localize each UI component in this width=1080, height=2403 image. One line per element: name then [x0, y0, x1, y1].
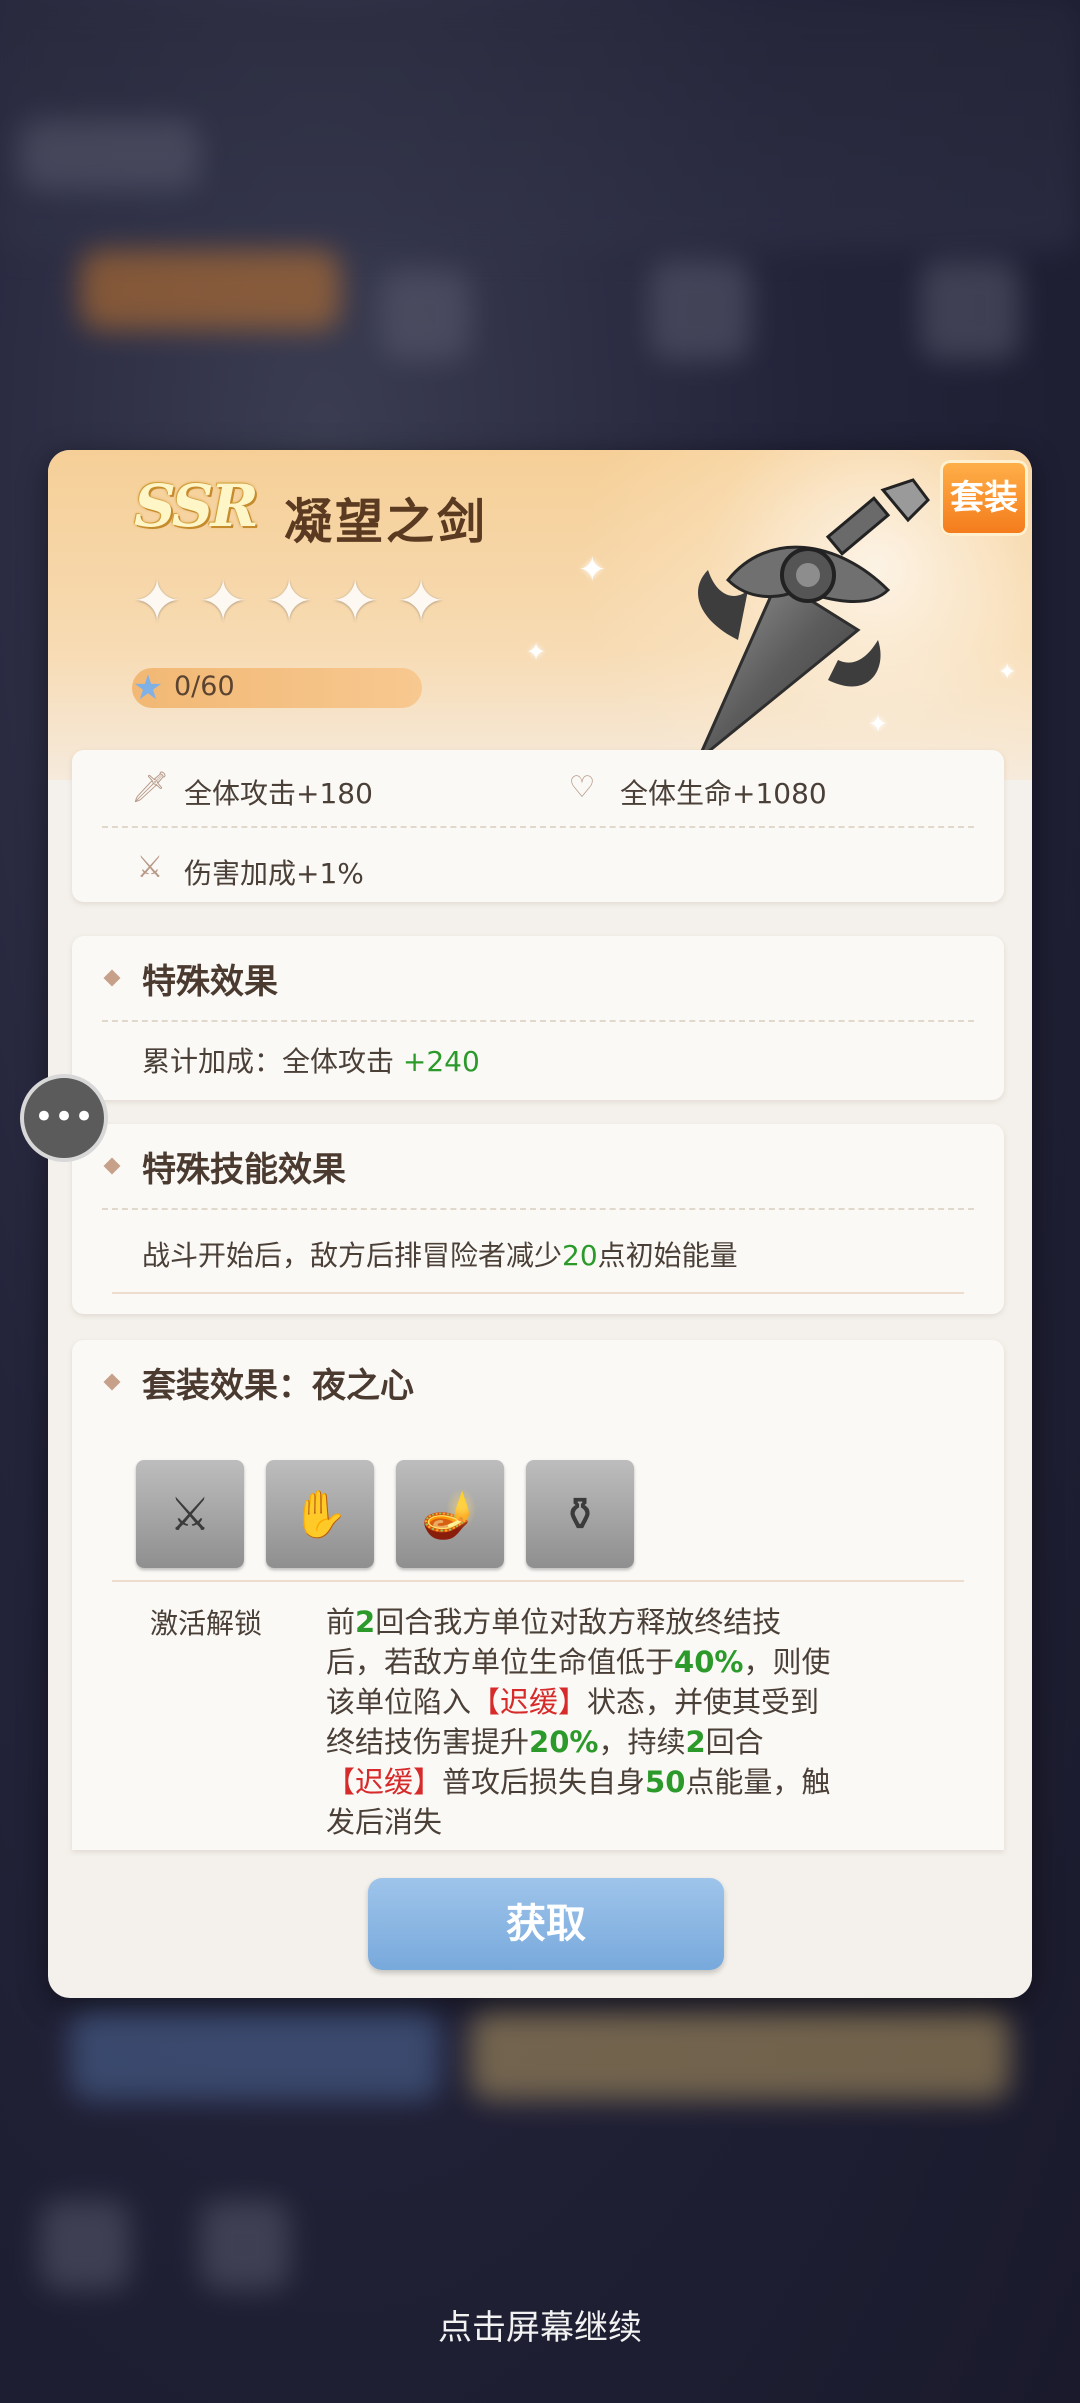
equipment-detail-card: SSR 凝望之剑 ✦ ✦ ✦ ✦ ✦ ★ 0/60 ✦ ✦ ✦ ✦ 套装 🗡 全…: [48, 450, 1032, 1998]
desc-text: 发后消失: [326, 1805, 443, 1839]
desc-text: 前: [326, 1605, 356, 1639]
progress-text: 0/60: [174, 671, 235, 702]
desc-line: 【迟缓】普攻后损失自身50点能量，触: [326, 1762, 926, 1802]
get-button[interactable]: 获取: [368, 1878, 724, 1970]
desc-value: 40%: [674, 1645, 744, 1679]
attack-icon: 🗡: [130, 770, 170, 805]
star-icon: ✦: [198, 567, 248, 635]
star-icon: ✦: [330, 567, 380, 635]
item-name: 凝望之剑: [284, 494, 489, 550]
chat-icon[interactable]: •••: [20, 1074, 108, 1162]
desc-text: 回合我方单位对敌方释放终结技: [375, 1605, 782, 1639]
star-icon: ✦: [264, 567, 314, 635]
sparkle-icon: ✦: [526, 638, 547, 666]
desc-line: 终结技伤害提升20%，持续2回合: [326, 1722, 926, 1762]
tap-to-continue-text[interactable]: 点击屏幕继续: [0, 2300, 1080, 2349]
special-effect-panel: 特殊效果 累计加成：全体攻击 +240: [72, 936, 1004, 1100]
background-blur-tile: [20, 120, 200, 190]
diamond-icon: [103, 1373, 121, 1391]
set-item-vase-icon[interactable]: ⚱: [526, 1460, 634, 1568]
sparkle-icon: ✦: [578, 550, 607, 590]
divider: [112, 1580, 964, 1582]
background-blur-tile: [40, 2200, 130, 2290]
diamond-icon: [103, 1157, 121, 1175]
background-blur-tile: [80, 250, 340, 330]
special-skill-text: 战斗开始后，敌方后排冒险者减少20点初始能量: [142, 1234, 738, 1274]
background-blur-tile: [200, 2200, 290, 2290]
star-rating: ✦ ✦ ✦ ✦ ✦: [128, 572, 450, 630]
desc-text: 状态，并使其受到: [587, 1685, 820, 1719]
special-skill-panel: 特殊技能效果 战斗开始后，敌方后排冒险者减少20点初始能量: [72, 1124, 1004, 1314]
background-blur-tile: [920, 260, 1020, 360]
stat-attack: 全体攻击+180: [184, 777, 373, 810]
desc-line: 发后消失: [326, 1802, 926, 1842]
star-progress-bar: ★ 0/60: [132, 668, 422, 708]
stats-panel: 🗡 全体攻击+180 ♡ 全体生命+1080 ⚔ 伤害加成+1%: [72, 750, 1004, 902]
desc-value: 2: [685, 1725, 706, 1759]
sparkle-icon: ✦: [998, 660, 1017, 685]
set-item-lamp-icon[interactable]: 🪔: [396, 1460, 504, 1568]
sparkle-icon: ✦: [868, 710, 889, 738]
skill-value: 20: [562, 1239, 598, 1272]
divider: [102, 1020, 974, 1022]
desc-line: 后，若敌方单位生命值低于40%，则使: [326, 1642, 926, 1682]
set-item-gauntlet-icon[interactable]: ✋: [266, 1460, 374, 1568]
stat-hp: 全体生命+1080: [620, 777, 827, 810]
desc-keyword: 【迟缓】: [326, 1765, 443, 1799]
desc-value: 20%: [529, 1725, 599, 1759]
star-icon: ✦: [132, 567, 182, 635]
skill-text-part: 战斗开始后，敌方后排冒险者减少: [142, 1239, 563, 1272]
set-item-sword-icon[interactable]: ⚔: [136, 1460, 244, 1568]
divider: [102, 1208, 974, 1210]
section-title: 套装效果：夜之心: [142, 1366, 414, 1406]
card-header: SSR 凝望之剑 ✦ ✦ ✦ ✦ ✦ ★ 0/60 ✦ ✦ ✦ ✦ 套装: [48, 450, 1032, 780]
desc-line: 该单位陷入【迟缓】状态，并使其受到: [326, 1682, 926, 1722]
desc-text: ，持续: [598, 1725, 686, 1759]
blue-star-icon: ★: [132, 668, 164, 708]
desc-value: 50: [645, 1765, 686, 1799]
background-blur-tile: [70, 2010, 440, 2100]
desc-text: ，则使: [743, 1645, 831, 1679]
special-effect-value: +240: [402, 1045, 480, 1078]
rarity-badge: SSR: [134, 472, 259, 540]
set-item-list: ⚔ ✋ 🪔 ⚱: [136, 1460, 736, 1570]
divider: [112, 1292, 964, 1294]
section-title: 特殊效果: [142, 962, 278, 1002]
unlock-label: 激活解锁: [150, 1607, 263, 1640]
section-title: 特殊技能效果: [142, 1150, 346, 1190]
heart-icon: ♡: [568, 770, 596, 805]
desc-text: 终结技伤害提升: [326, 1725, 530, 1759]
star-icon: ✦: [396, 567, 446, 635]
desc-text: 该单位陷入: [326, 1685, 472, 1719]
diamond-icon: [103, 969, 121, 987]
special-effect-text: 累计加成：全体攻击 +240: [142, 1040, 480, 1080]
desc-value: 2: [355, 1605, 376, 1639]
set-effect-description: 前2回合我方单位对敌方释放终结技 后，若敌方单位生命值低于40%，则使 该单位陷…: [326, 1602, 926, 1842]
desc-text: 点能量，触: [685, 1765, 831, 1799]
desc-keyword: 【迟缓】: [471, 1685, 588, 1719]
background-blur-tile: [650, 260, 750, 360]
divider: [102, 826, 974, 828]
skill-text-part: 点初始能量: [597, 1239, 738, 1272]
set-effect-panel: 套装效果：夜之心 ⚔ ✋ 🪔 ⚱ 激活解锁 前2回合我方单位对敌方释放终结技 后…: [72, 1340, 1004, 1850]
stat-damage: 伤害加成+1%: [184, 857, 364, 890]
damage-icon: ⚔: [136, 850, 164, 885]
desc-text: 普攻后损失自身: [442, 1765, 646, 1799]
background-blur-tile: [380, 270, 470, 360]
desc-line: 前2回合我方单位对敌方释放终结技: [326, 1602, 926, 1642]
sword-icon: [696, 478, 930, 762]
background-blur-tile: [470, 2010, 1010, 2100]
desc-text: 回合: [705, 1725, 764, 1759]
special-effect-label: 累计加成：全体攻击: [142, 1045, 403, 1078]
desc-text: 后，若敌方单位生命值低于: [326, 1645, 675, 1679]
set-tag-badge: 套装: [940, 460, 1028, 536]
